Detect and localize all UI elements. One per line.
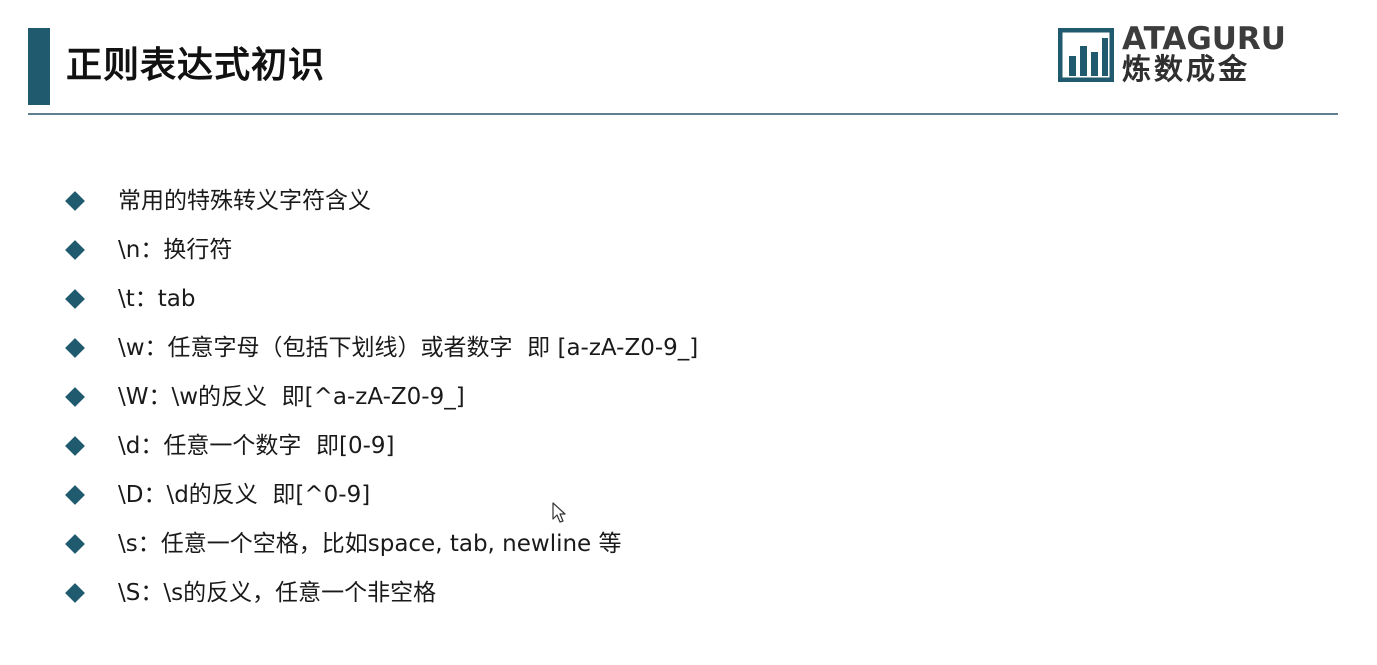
bullet-text: \t：tab bbox=[118, 285, 196, 312]
bullet-text: \W：\w的反义 即[^a-zA-Z0-9_] bbox=[118, 383, 465, 410]
list-item: \w：任意字母（包括下划线）或者数字 即 [a-zA-Z0-9_] bbox=[64, 323, 698, 372]
diamond-icon bbox=[65, 582, 85, 603]
bullet-text: \n：换行符 bbox=[118, 236, 233, 263]
mouse-pointer-icon bbox=[552, 502, 566, 523]
list-item: \W：\w的反义 即[^a-zA-Z0-9_] bbox=[64, 372, 698, 421]
diamond-icon bbox=[65, 435, 85, 456]
bullet-text: \S：\s的反义，任意一个非空格 bbox=[118, 579, 437, 606]
list-item: \D：\d的反义 即[^0-9] bbox=[64, 470, 698, 519]
list-item: \S：\s的反义，任意一个非空格 bbox=[64, 568, 698, 617]
list-item: \t：tab bbox=[64, 274, 698, 323]
diamond-icon bbox=[65, 386, 85, 407]
diamond-icon bbox=[65, 190, 85, 211]
list-item: \s：任意一个空格，比如space, tab, newline 等 bbox=[64, 519, 698, 568]
diamond-icon bbox=[65, 337, 85, 358]
title-accent-bar bbox=[28, 28, 50, 105]
logo-mark-icon bbox=[1058, 28, 1114, 82]
list-item: 常用的特殊转义字符含义 bbox=[64, 176, 698, 225]
list-item: \d：任意一个数字 即[0-9] bbox=[64, 421, 698, 470]
list-item: \n：换行符 bbox=[64, 225, 698, 274]
diamond-icon bbox=[65, 533, 85, 554]
title-divider bbox=[28, 113, 1338, 115]
bullet-text: \w：任意字母（包括下划线）或者数字 即 [a-zA-Z0-9_] bbox=[118, 334, 699, 361]
logo-chinese: 炼数成金 bbox=[1122, 52, 1251, 86]
slide-title: 正则表达式初识 bbox=[66, 45, 326, 86]
diamond-icon bbox=[65, 288, 85, 309]
diamond-icon bbox=[65, 239, 85, 260]
bullet-text: \D：\d的反义 即[^0-9] bbox=[118, 481, 371, 508]
bullet-list: 常用的特殊转义字符含义 \n：换行符 \t：tab \w：任意字母（包括下划线）… bbox=[64, 176, 698, 617]
bullet-text: 常用的特殊转义字符含义 bbox=[118, 187, 371, 214]
slide: 正则表达式初识 ATAGURU 炼数成金 常用的特殊转义字符含义 \n：换行符 … bbox=[0, 0, 1377, 665]
diamond-icon bbox=[65, 484, 85, 505]
ataguru-logo: ATAGURU 炼数成金 bbox=[1058, 21, 1342, 86]
bullet-text: \s：任意一个空格，比如space, tab, newline 等 bbox=[118, 530, 622, 557]
bullet-text: \d：任意一个数字 即[0-9] bbox=[118, 432, 395, 459]
logo-wordmark: ATAGURU bbox=[1122, 21, 1286, 57]
